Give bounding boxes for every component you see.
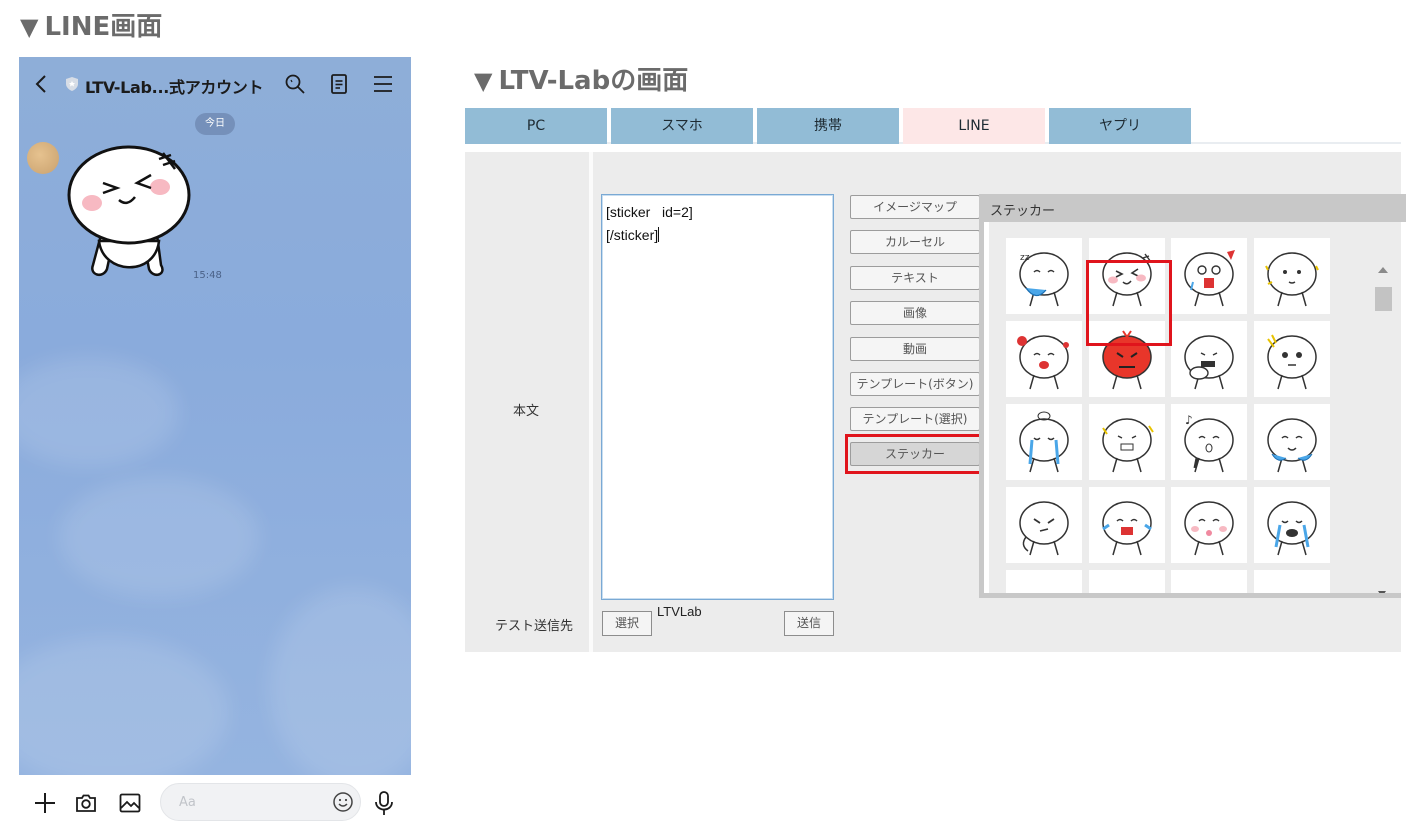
sticker-cell-partial[interactable] — [1253, 570, 1330, 593]
menu-icon[interactable] — [371, 72, 395, 96]
sticker-picker-title: ステッカー — [990, 204, 1056, 219]
svg-text:zz: zz — [1020, 253, 1030, 263]
line-chat-screen: LTV-Lab...式アカウント 今日 15:48 — [19, 57, 411, 775]
test-target-label: テスト送信先 — [495, 619, 574, 634]
sticker-moon-thumbsup[interactable] — [1171, 321, 1247, 397]
search-icon[interactable] — [283, 72, 307, 96]
image-icon[interactable] — [118, 791, 142, 815]
text-button[interactable]: テキスト — [850, 266, 980, 290]
tab-smartphone[interactable]: スマホ — [611, 108, 753, 144]
sticker-moon-happy-tears[interactable] — [1253, 404, 1330, 480]
screenshot-root: ▼ LINE画面 LTV-Lab...式アカウント 今日 15:48 Aa ▼ … — [0, 0, 1418, 835]
date-chip: 今日 — [195, 113, 235, 135]
sticker-moon-love[interactable] — [1006, 321, 1082, 397]
ltv-screen-heading-text: LTV-Labの画面 — [498, 66, 689, 96]
message-input[interactable]: Aa — [160, 783, 361, 821]
triangle-marker-icon: ▼ — [20, 13, 39, 41]
test-target-value: LTVLab — [657, 604, 702, 619]
sticker-moon-laughing — [67, 145, 191, 277]
plus-icon[interactable] — [33, 791, 57, 815]
device-tabs: PC スマホ 携帯 LINE ヤプリ — [465, 108, 1401, 144]
selected-sticker-highlight — [1086, 260, 1172, 346]
imagemap-button[interactable]: イメージマップ — [850, 195, 980, 219]
message-time: 15:48 — [193, 270, 222, 281]
video-button[interactable]: 動画 — [850, 337, 980, 361]
line-screen-heading: ▼ LINE画面 — [20, 6, 162, 43]
sticker-moon-cheer[interactable] — [1088, 404, 1165, 480]
sticker-moon-crying[interactable] — [1006, 404, 1082, 480]
sticker-moon-scared[interactable] — [1253, 321, 1330, 397]
svg-text:♪: ♪ — [1185, 413, 1193, 427]
triangle-marker-icon: ▼ — [474, 67, 493, 95]
template-select-button[interactable]: テンプレート(選択) — [850, 407, 980, 431]
sticker-cell-partial[interactable] — [1088, 570, 1165, 593]
sticker-picker-header: ステッカー — [984, 194, 1406, 222]
sticker-moon-tears-joy[interactable] — [1088, 487, 1165, 563]
textarea-line: [sticker id=2] — [606, 204, 693, 220]
tab-pc[interactable]: PC — [465, 108, 607, 144]
message-input-placeholder: Aa — [179, 795, 196, 810]
sticker-moon-sleepy[interactable]: zz — [1006, 238, 1082, 314]
line-screen-heading-text: LINE画面 — [44, 12, 163, 42]
sticker-cell-partial[interactable] — [1171, 570, 1247, 593]
mic-icon[interactable] — [374, 790, 394, 816]
send-button[interactable]: 送信 — [784, 611, 834, 636]
chat-title: LTV-Lab...式アカウント — [85, 78, 264, 97]
sticker-scrollbar[interactable] — [1374, 267, 1394, 593]
select-button[interactable]: 選択 — [602, 611, 652, 636]
sticker-moon-smirk[interactable] — [1006, 487, 1082, 563]
cloud-decoration — [269, 587, 411, 775]
scroll-up-arrow-icon[interactable] — [1378, 267, 1388, 273]
scroll-down-arrow-icon[interactable] — [1378, 591, 1386, 593]
sticker-grid: zz ♪ — [989, 222, 1401, 593]
cloud-decoration — [59, 477, 259, 597]
message-editor-panel: 本文 テスト送信先 [sticker id=2] [/sticker] 選択 L… — [465, 152, 1406, 652]
body-label: 本文 — [513, 404, 540, 419]
cloud-decoration — [19, 357, 179, 467]
shield-icon — [66, 77, 78, 91]
scroll-thumb[interactable] — [1375, 287, 1392, 311]
sticker-moon-singing[interactable]: ♪ — [1171, 404, 1247, 480]
sticker-button-highlight — [845, 434, 986, 474]
textarea-line: [/sticker] — [606, 224, 829, 247]
sticker-moon-shocked[interactable] — [1171, 238, 1247, 314]
sticker-picker: ステッカー zz ♪ — [979, 194, 1406, 598]
chat-header: LTV-Lab...式アカウント — [19, 57, 411, 111]
sticker-cell-partial[interactable] — [1006, 570, 1082, 593]
emoji-icon[interactable] — [332, 791, 354, 813]
chevron-left-icon[interactable] — [33, 73, 49, 95]
sticker-moon-tongue[interactable] — [1171, 487, 1247, 563]
column-divider — [589, 152, 593, 652]
tab-line[interactable]: LINE — [903, 108, 1045, 144]
tab-mobile[interactable]: 携帯 — [757, 108, 899, 144]
avatar[interactable] — [27, 142, 59, 174]
sticker-moon-sparkle[interactable] — [1253, 238, 1330, 314]
carousel-button[interactable]: カルーセル — [850, 230, 980, 254]
image-button[interactable]: 画像 — [850, 301, 980, 325]
sticker-moon-sobbing[interactable] — [1253, 487, 1330, 563]
body-textarea[interactable]: [sticker id=2] [/sticker] — [601, 194, 834, 600]
template-button-button[interactable]: テンプレート(ボタン) — [850, 372, 980, 396]
ltv-screen-heading: ▼ LTV-Labの画面 — [474, 60, 688, 97]
notes-icon[interactable] — [327, 72, 351, 96]
text-cursor — [658, 227, 660, 242]
camera-icon[interactable] — [74, 791, 98, 815]
tab-yappli[interactable]: ヤプリ — [1049, 108, 1191, 144]
chat-input-bar: Aa — [19, 775, 411, 830]
cloud-decoration — [19, 637, 229, 775]
textarea-line-text: [/sticker] — [606, 227, 659, 243]
